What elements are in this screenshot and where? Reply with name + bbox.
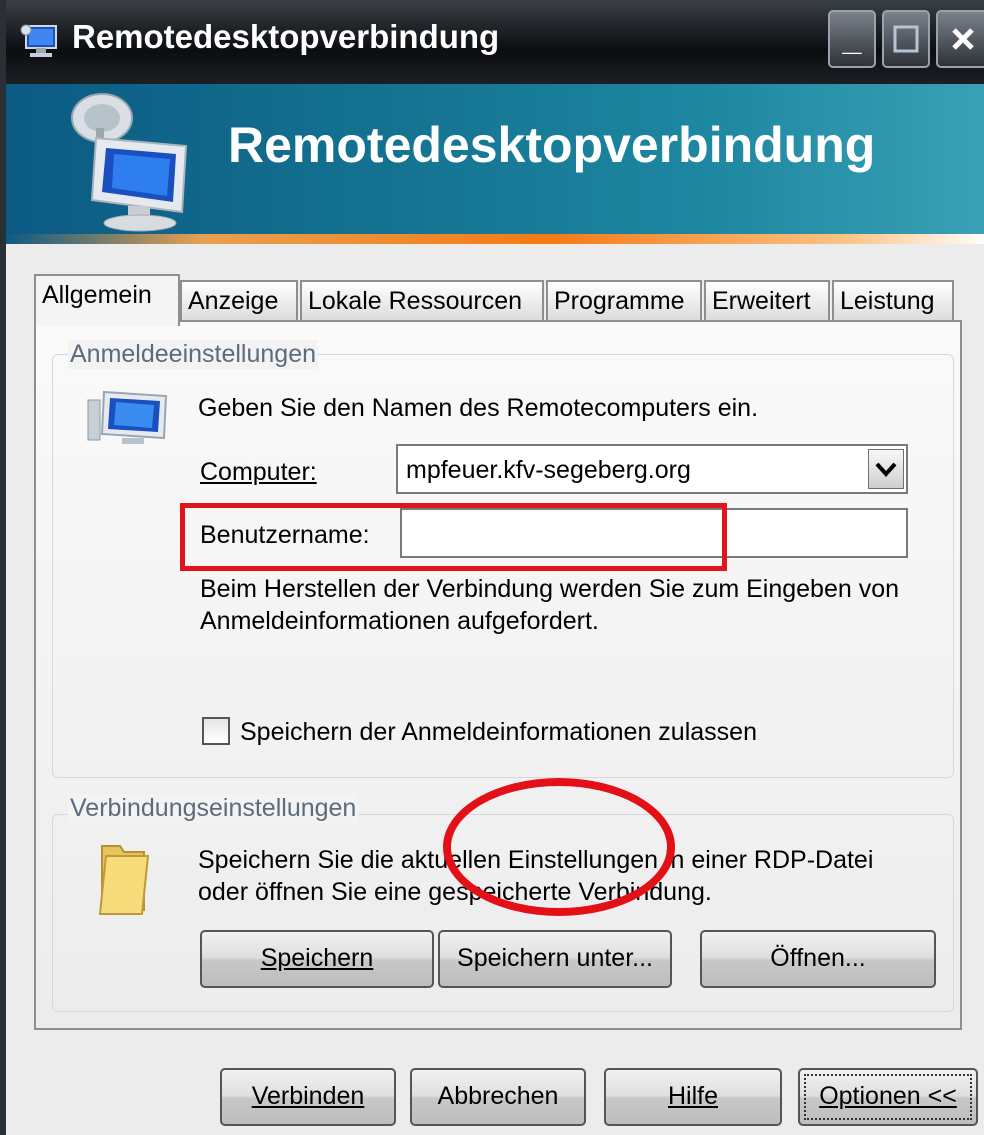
- save-as-button-label: Speichern unter...: [457, 944, 653, 972]
- computer-label: Computer:: [200, 458, 317, 487]
- tab-allgemein[interactable]: Allgemein: [34, 274, 180, 326]
- tab-lokale-ressourcen[interactable]: Lokale Ressourcen: [300, 280, 544, 320]
- cancel-button[interactable]: Abbrechen: [410, 1068, 586, 1126]
- tab-leistung[interactable]: Leistung: [832, 280, 954, 320]
- remote-desktop-banner-icon: [71, 93, 188, 232]
- save-credentials-checkbox[interactable]: [202, 717, 230, 745]
- computer-icon: [87, 390, 168, 444]
- save-button[interactable]: Speichern: [200, 930, 434, 988]
- folder-icon: [98, 845, 150, 915]
- credential-info-line1: Beim Herstellen der Verbindung werden Si…: [200, 575, 900, 603]
- maximize-icon: [893, 25, 919, 53]
- save-credentials-label[interactable]: Speichern der Anmeldeinformationen zulas…: [240, 718, 757, 747]
- cancel-button-label: Abbrechen: [437, 1082, 559, 1110]
- computer-label-text: Computer:: [200, 458, 317, 486]
- open-button-label: Öffnen...: [770, 944, 866, 972]
- tab-anzeige[interactable]: Anzeige: [180, 280, 298, 320]
- username-highlight-box: [180, 503, 727, 571]
- banner-stripe: [6, 234, 984, 244]
- title-bar[interactable]: Remotedesktopverbindung _: [6, 0, 984, 84]
- help-button-label: Hilfe: [667, 1082, 718, 1110]
- save-button-label: Speichern: [260, 944, 374, 972]
- close-button[interactable]: [936, 10, 984, 68]
- remote-desktop-icon: [20, 24, 57, 57]
- options-button-label: Optionen <<: [819, 1082, 957, 1110]
- save-as-highlight-circle: [443, 778, 675, 916]
- connect-button-label: Verbinden: [251, 1082, 365, 1110]
- maximize-button[interactable]: [882, 10, 930, 68]
- open-button[interactable]: Öffnen...: [700, 930, 936, 988]
- credential-info-line2: Anmeldeinformationen aufgefordert.: [200, 607, 599, 635]
- minimize-button[interactable]: _: [828, 10, 876, 68]
- tab-programme[interactable]: Programme: [546, 280, 702, 320]
- connection-settings-label: Verbindungseinstellungen: [68, 794, 359, 823]
- close-icon: [952, 28, 974, 50]
- options-button[interactable]: Optionen <<: [798, 1068, 978, 1126]
- computer-dropdown-button[interactable]: [868, 449, 904, 489]
- chevron-down-icon: [875, 462, 897, 477]
- tab-erweitert[interactable]: Erweitert: [704, 280, 830, 320]
- rdp-window: Remotedesktopverbindung _ Remotedesktopv…: [0, 0, 984, 1135]
- computer-value: mpfeuer.kfv-segeberg.org: [406, 456, 691, 484]
- computer-instruction: Geben Sie den Namen des Remotecomputers …: [198, 394, 759, 422]
- window-title: Remotedesktopverbindung: [72, 18, 500, 55]
- banner-title: Remotedesktopverbindung: [228, 117, 876, 173]
- save-as-button[interactable]: Speichern unter...: [438, 930, 672, 988]
- connect-button[interactable]: Verbinden: [220, 1068, 396, 1126]
- computer-combobox[interactable]: mpfeuer.kfv-segeberg.org: [396, 444, 908, 494]
- help-button[interactable]: Hilfe: [604, 1068, 782, 1126]
- login-settings-label: Anmeldeeinstellungen: [68, 340, 319, 369]
